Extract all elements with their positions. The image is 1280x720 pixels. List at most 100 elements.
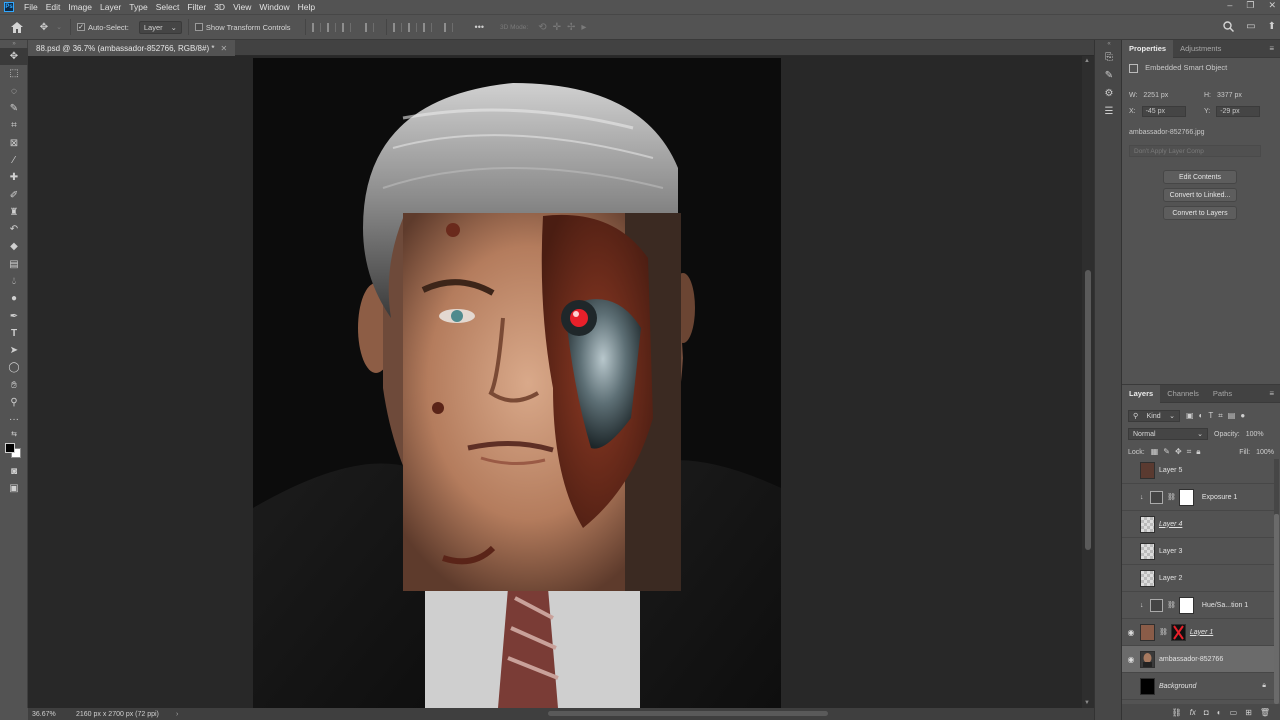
zoom-tool-icon[interactable]: ⚲ — [0, 394, 28, 411]
layer-row-layer-4[interactable]: Layer 4 — [1122, 511, 1274, 538]
filter-kind-dropdown[interactable]: ⚲ Kind ⌄ — [1128, 410, 1180, 422]
3d-mode-icons[interactable]: ⟲✛✢▸ — [538, 22, 592, 33]
layer-row-hue-saturation-1[interactable]: ↓ ⛓ Hue/Sa...tion 1 — [1122, 592, 1274, 619]
distribute-icon[interactable] — [443, 22, 453, 32]
new-layer-icon[interactable]: ⊞ — [1245, 708, 1252, 717]
clone-stamp-icon[interactable]: ♜ — [0, 204, 28, 221]
tab-paths[interactable]: Paths — [1206, 385, 1239, 403]
eye-icon[interactable]: ◉ — [1122, 628, 1140, 637]
gradient-tool-icon[interactable]: ▤ — [0, 256, 28, 273]
filter-icons[interactable]: ▣◐T⌗▤● — [1186, 411, 1250, 421]
path-select-icon[interactable]: ➤ — [0, 342, 28, 359]
adjust-panel-icon[interactable]: ⚙ — [1095, 84, 1123, 102]
fill-value[interactable]: 100% — [1256, 449, 1274, 456]
more-options-button[interactable]: ••• — [475, 22, 484, 32]
menu-layer[interactable]: Layer — [96, 2, 125, 12]
menu-type[interactable]: Type — [125, 2, 151, 12]
healing-brush-icon[interactable]: ✚ — [0, 169, 28, 186]
eraser-tool-icon[interactable]: ◆ — [0, 238, 28, 255]
align-distribute-icon[interactable] — [364, 22, 374, 32]
edit-toolbar-icon[interactable]: ··· — [0, 411, 28, 428]
close-tab-icon[interactable]: ✕ — [220, 44, 227, 53]
foreground-color-swatch[interactable] — [5, 442, 15, 453]
search-icon[interactable] — [1223, 21, 1235, 35]
scroll-down-icon[interactable]: ▼ — [1084, 700, 1090, 706]
properties-panel-icon[interactable]: ☰ — [1095, 102, 1123, 120]
share-icon[interactable]: ⬆ — [1268, 21, 1276, 35]
new-group-icon[interactable]: ▭ — [1230, 708, 1238, 717]
menu-help[interactable]: Help — [294, 2, 319, 12]
move-tool-icon[interactable]: ✥ — [34, 22, 54, 33]
minimize-button[interactable]: – — [1227, 0, 1232, 11]
marquee-tool-icon[interactable]: ⬚ — [0, 65, 28, 82]
brush-panel-icon[interactable]: ✎ — [1095, 66, 1123, 84]
auto-select-checkbox[interactable]: ✓ — [77, 23, 85, 31]
horizontal-scroll-thumb[interactable] — [548, 711, 828, 716]
lasso-tool-icon[interactable]: ◌ — [0, 83, 28, 100]
color-swatches[interactable] — [0, 439, 28, 463]
tab-adjustments[interactable]: Adjustments — [1173, 40, 1228, 58]
canvas[interactable] — [253, 58, 781, 708]
brush-tool-icon[interactable]: ✐ — [0, 186, 28, 203]
history-brush-icon[interactable]: ↶ — [0, 221, 28, 238]
vertical-scrollbar[interactable]: ▲ ▼ — [1082, 56, 1094, 708]
restore-button[interactable]: ❐ — [1246, 0, 1254, 11]
dodge-tool-icon[interactable]: ● — [0, 290, 28, 307]
align-vcenter-icon[interactable] — [407, 22, 417, 32]
lock-icons[interactable]: ▦✎✥⌗🔒︎ — [1151, 447, 1206, 457]
scroll-up-icon[interactable]: ▲ — [1084, 58, 1090, 64]
convert-to-linked-button[interactable]: Convert to Linked... — [1163, 188, 1237, 202]
x-input[interactable]: -45 px — [1141, 106, 1186, 117]
height-value[interactable]: 3377 px — [1217, 92, 1242, 99]
history-panel-icon[interactable]: ⎘ — [1095, 48, 1123, 66]
delete-layer-icon[interactable]: 🗑︎ — [1260, 708, 1270, 717]
layer-row-layer-1[interactable]: ◉ ⛓ Layer 1 — [1122, 619, 1274, 646]
align-bottom-icon[interactable] — [422, 22, 432, 32]
menu-3d[interactable]: 3D — [210, 2, 229, 12]
menu-file[interactable]: File — [20, 2, 42, 12]
blend-mode-dropdown[interactable]: Normal ⌄ — [1128, 428, 1208, 440]
menu-window[interactable]: Window — [255, 2, 293, 12]
layer-row-layer-3[interactable]: Layer 3 — [1122, 538, 1274, 565]
blur-tool-icon[interactable]: 💧︎ — [0, 273, 28, 290]
collapse-panels-icon[interactable]: « — [1095, 40, 1123, 48]
tab-channels[interactable]: Channels — [1160, 385, 1206, 403]
layer-comp-dropdown[interactable]: Don't Apply Layer Comp — [1129, 145, 1261, 157]
align-top-icon[interactable] — [392, 22, 402, 32]
eye-icon[interactable]: ◉ — [1122, 655, 1140, 664]
y-input[interactable]: -29 px — [1216, 106, 1261, 117]
align-left-icon[interactable] — [311, 22, 321, 32]
link-layers-icon[interactable]: ⛓ — [1172, 708, 1182, 717]
status-arrow-icon[interactable]: › — [176, 711, 178, 718]
opacity-value[interactable]: 100% — [1246, 431, 1264, 438]
edit-contents-button[interactable]: Edit Contents — [1163, 170, 1237, 184]
layers-menu-icon[interactable]: ≡ — [1269, 389, 1274, 398]
panel-menu-icon[interactable]: ≡ — [1269, 44, 1274, 53]
align-right-icon[interactable] — [341, 22, 351, 32]
pen-tool-icon[interactable]: ✒ — [0, 307, 28, 324]
menu-view[interactable]: View — [229, 2, 255, 12]
eyedropper-tool-icon[interactable]: ⁄ — [0, 152, 28, 169]
align-hcenter-icon[interactable] — [326, 22, 336, 32]
vertical-scroll-thumb[interactable] — [1085, 270, 1091, 550]
document-tab[interactable]: 88.psd @ 36.7% (ambassador-852766, RGB/8… — [28, 40, 236, 56]
layer-row-layer-5[interactable]: Layer 5 — [1122, 457, 1274, 484]
frame-tool-icon[interactable]: ⊠ — [0, 134, 28, 151]
close-window-button[interactable]: ✕ — [1268, 0, 1276, 11]
type-tool-icon[interactable]: T — [0, 325, 28, 342]
quick-select-tool-icon[interactable]: ✎ — [0, 100, 28, 117]
move-tool-icon[interactable]: ✥ — [0, 48, 28, 66]
home-icon[interactable] — [0, 21, 34, 33]
menu-select[interactable]: Select — [152, 2, 184, 12]
screen-mode-icon[interactable]: ▣ — [0, 480, 28, 497]
show-transform-checkbox[interactable] — [194, 23, 203, 31]
crop-tool-icon[interactable]: ⌗ — [0, 117, 28, 134]
menu-filter[interactable]: Filter — [183, 2, 210, 12]
menu-edit[interactable]: Edit — [42, 2, 65, 12]
layers-scrollbar[interactable] — [1274, 459, 1279, 704]
layer-row-exposure-1[interactable]: ↓ ⛓ Exposure 1 — [1122, 484, 1274, 511]
convert-to-layers-button[interactable]: Convert to Layers — [1163, 206, 1237, 220]
layer-style-icon[interactable]: fx — [1190, 708, 1196, 717]
quick-mask-icon[interactable]: ◙ — [0, 463, 28, 480]
add-mask-icon[interactable]: ◘ — [1204, 708, 1209, 717]
